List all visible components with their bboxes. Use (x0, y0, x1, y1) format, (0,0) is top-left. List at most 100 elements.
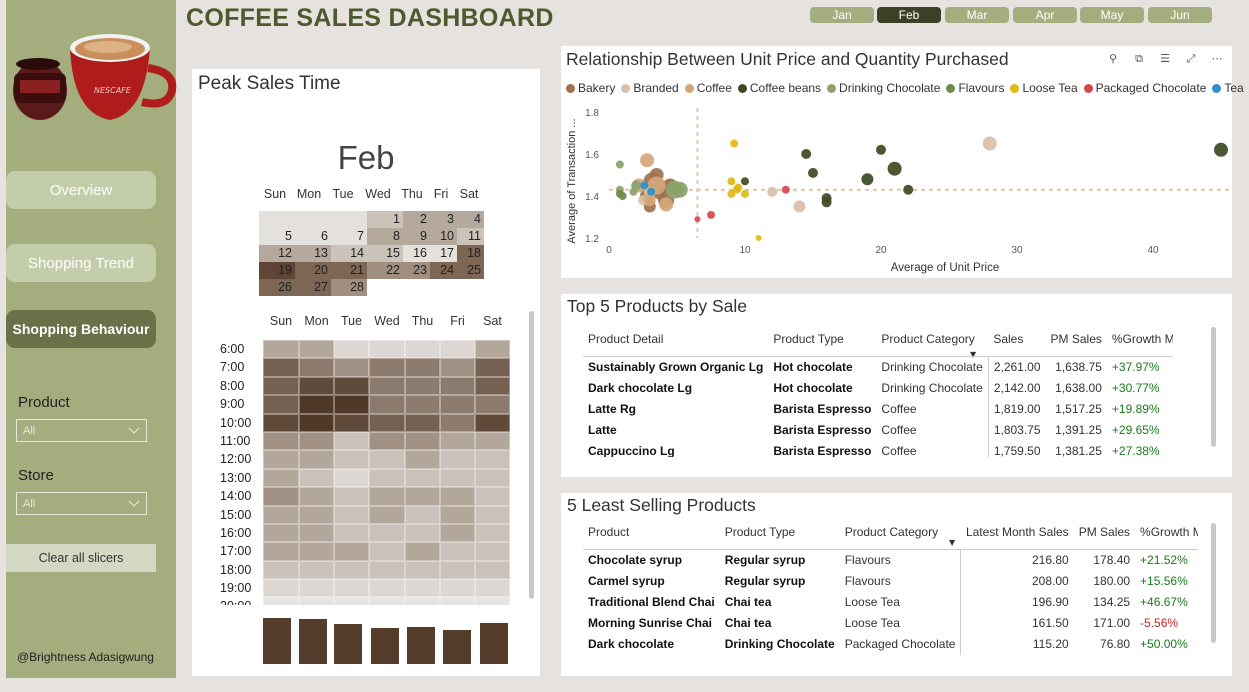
heatmap-cell[interactable] (369, 487, 405, 506)
heatmap-cell[interactable] (405, 597, 440, 605)
heatmap-cell[interactable] (440, 395, 475, 414)
weekday-bar[interactable] (480, 622, 508, 664)
heatmap-cell[interactable] (263, 468, 299, 488)
month-button-jan[interactable]: Jan (810, 7, 874, 23)
weekday-bar[interactable] (407, 627, 435, 664)
heatmap-cell[interactable] (263, 376, 299, 396)
calendar-day[interactable]: 18 (457, 245, 484, 262)
heatmap-cell[interactable] (405, 450, 440, 469)
heatmap-cell[interactable] (263, 431, 299, 451)
heatmap-cell[interactable] (475, 413, 510, 432)
weekday-bar[interactable] (299, 618, 327, 664)
heatmap-cell[interactable] (440, 597, 475, 605)
heatmap-cell[interactable] (405, 358, 440, 377)
table-row[interactable]: Carmel syrup Regular syrup Flavours 208.00 1… (583, 570, 1198, 592)
heatmap-cell[interactable] (475, 487, 510, 506)
heatmap-cell[interactable] (440, 505, 475, 524)
legend-item[interactable]: Drinking Chocolate (827, 81, 940, 95)
table-row[interactable]: Cappuccino Lg Barista Espresso Coffee 1,759… (583, 440, 1173, 457)
heatmap-cell[interactable] (440, 579, 475, 598)
heatmap-cell[interactable] (263, 579, 299, 598)
calendar-day[interactable]: 12 (259, 245, 295, 262)
heatmap-cell[interactable] (369, 431, 405, 451)
calendar-day[interactable]: 27 (295, 279, 331, 296)
calendar-day[interactable] (403, 279, 430, 296)
heatmap-cell[interactable] (334, 468, 369, 488)
month-button-mar[interactable]: Mar (945, 7, 1009, 23)
heatmap-cell[interactable] (334, 505, 369, 524)
heatmap-cell[interactable] (263, 340, 299, 359)
month-button-feb[interactable]: Feb (877, 7, 941, 23)
heatmap-cell[interactable] (369, 450, 405, 469)
heatmap-cell[interactable] (440, 376, 475, 396)
table-row[interactable]: Morning Sunrise Chai Chai tea Loose Tea 161… (583, 612, 1198, 634)
heatmap-cell[interactable] (440, 542, 475, 561)
calendar-day[interactable]: 13 (295, 245, 331, 262)
column-header[interactable]: PM Sales (1073, 515, 1136, 550)
heatmap-cell[interactable] (475, 523, 510, 543)
heatmap-cell[interactable] (475, 395, 510, 414)
table-row[interactable]: Latte Barista Espresso Coffee 1,803.75 1,391… (583, 419, 1173, 441)
heatmap-cell[interactable] (299, 376, 334, 396)
heatmap-cell[interactable] (299, 340, 334, 359)
heatmap-cell[interactable] (405, 340, 440, 359)
heatmap-cell[interactable] (299, 597, 334, 605)
heatmap-cell[interactable] (263, 358, 299, 377)
table-row[interactable]: Chocolate syrup Regular syrup Flavours 216.… (583, 549, 1198, 571)
weekday-bar[interactable] (334, 624, 362, 664)
heatmap-cell[interactable] (334, 450, 369, 469)
heatmap-cell[interactable] (369, 597, 405, 605)
heatmap-cell[interactable] (440, 560, 475, 580)
heatmap-cell[interactable] (263, 597, 299, 605)
heatmap-cell[interactable] (299, 450, 334, 469)
heatmap-cell[interactable] (369, 505, 405, 524)
heatmap-cell[interactable] (369, 579, 405, 598)
heatmap-cell[interactable] (369, 468, 405, 488)
heatmap-cell[interactable] (475, 560, 510, 580)
store-slicer-dropdown[interactable]: All (16, 492, 147, 515)
heatmap-cell[interactable] (334, 340, 369, 359)
heatmap-cell[interactable] (369, 560, 405, 580)
column-header[interactable]: Product Detail (583, 322, 769, 357)
heatmap-cell[interactable] (263, 505, 299, 524)
heatmap-cell[interactable] (440, 450, 475, 469)
heatmap-cell[interactable] (263, 487, 299, 506)
calendar-day[interactable]: 3 (430, 211, 457, 228)
heatmap-cell[interactable] (334, 523, 369, 543)
column-header[interactable]: Product Category (876, 322, 989, 357)
calendar-day[interactable]: 10 (430, 228, 457, 245)
heatmap-cell[interactable] (405, 523, 440, 543)
heatmap-cell[interactable] (405, 431, 440, 451)
heatmap-cell[interactable] (334, 487, 369, 506)
calendar-day[interactable] (367, 279, 403, 296)
heatmap-cell[interactable] (405, 560, 440, 580)
heatmap-cell[interactable] (263, 523, 299, 543)
heatmap-cell[interactable] (263, 395, 299, 414)
calendar-day[interactable]: 21 (331, 262, 367, 279)
least5-scrollbar[interactable] (1211, 523, 1216, 643)
legend-item[interactable]: Loose Tea (1010, 81, 1078, 95)
heatmap-cell[interactable] (334, 560, 369, 580)
column-header[interactable]: %Growth MoM (1106, 322, 1173, 357)
calendar-day[interactable]: 6 (295, 228, 331, 245)
weekday-bar[interactable] (263, 618, 291, 664)
column-header[interactable]: Product Type (719, 515, 840, 550)
heatmap-cell[interactable] (299, 468, 334, 488)
heatmap-cell[interactable] (475, 450, 510, 469)
weekday-bar[interactable] (443, 629, 471, 664)
heatmap-cell[interactable] (299, 431, 334, 451)
calendar-day[interactable]: 2 (403, 211, 430, 228)
table-row[interactable]: Traditional Blend Chai Chai tea Loose Tea 1… (583, 591, 1198, 613)
heatmap-cell[interactable] (475, 468, 510, 488)
heatmap-cell[interactable] (299, 395, 334, 414)
calendar-day[interactable]: 23 (403, 262, 430, 279)
heatmap-cell[interactable] (405, 413, 440, 432)
heatmap-cell[interactable] (475, 542, 510, 561)
heatmap-cell[interactable] (263, 560, 299, 580)
top5-scrollbar[interactable] (1211, 327, 1216, 447)
filter-icon[interactable]: ☰ (1158, 52, 1172, 66)
heatmap-cell[interactable] (334, 542, 369, 561)
calendar-day[interactable]: 9 (403, 228, 430, 245)
calendar-day[interactable]: 28 (331, 279, 367, 296)
calendar-day[interactable]: 15 (367, 245, 403, 262)
